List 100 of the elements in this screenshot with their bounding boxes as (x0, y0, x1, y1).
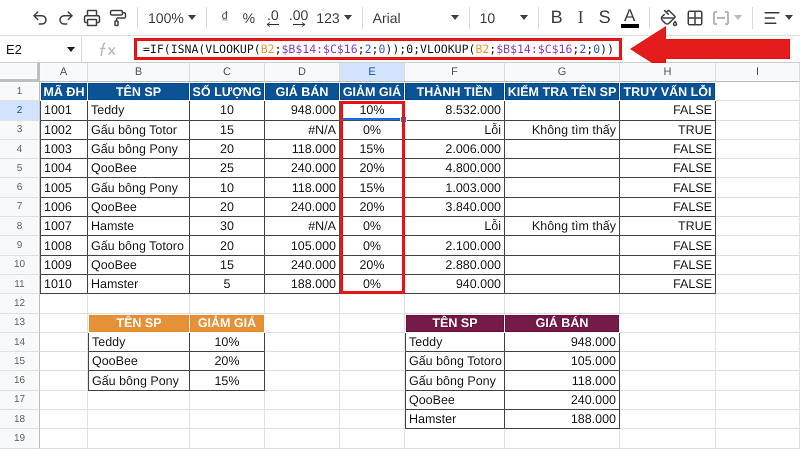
grid-cell[interactable] (716, 274, 800, 294)
formula-field[interactable]: =IF(ISNA(VLOOKUP(B2;$B$14:$C$16;2;0));0;VLOOKUP(B2;$B$14:$C$16;2;0)) (134, 38, 622, 60)
row-header[interactable]: 13 (0, 314, 40, 333)
text-color-button[interactable]: A (618, 4, 642, 32)
grid-cell[interactable] (716, 140, 800, 160)
grid-cell[interactable] (620, 371, 716, 391)
row-header[interactable]: 10 (0, 256, 40, 275)
grid-cell[interactable] (40, 352, 88, 372)
grid-cell[interactable] (716, 159, 800, 178)
grid-cell[interactable] (340, 371, 405, 391)
grid-cell[interactable] (716, 429, 800, 449)
grid-cell[interactable] (265, 314, 340, 333)
column-header[interactable]: F (405, 63, 505, 82)
column-header[interactable]: A (40, 63, 88, 82)
grid-cell[interactable] (620, 390, 716, 410)
grid-cell[interactable] (620, 410, 716, 430)
grid-cell[interactable] (40, 390, 88, 410)
grid-cell[interactable] (716, 120, 800, 140)
grid-cell[interactable] (265, 371, 340, 391)
column-header[interactable]: I (716, 63, 800, 82)
column-header[interactable]: D (265, 63, 340, 82)
row-header[interactable]: 6 (0, 178, 40, 198)
grid-cell[interactable] (716, 332, 800, 352)
grid-cell[interactable] (716, 352, 800, 372)
row-header[interactable]: 16 (0, 371, 40, 391)
format-dropdown[interactable]: 123 (313, 4, 355, 32)
grid-cell[interactable] (716, 198, 800, 218)
grid-cell[interactable] (716, 390, 800, 410)
grid-cell[interactable] (505, 429, 620, 449)
grid-cell[interactable] (88, 410, 190, 430)
strikethrough-button[interactable]: S (594, 4, 616, 32)
grid-cell[interactable] (716, 236, 800, 256)
row-header[interactable]: 1 (0, 82, 40, 102)
grid-cell[interactable] (716, 314, 800, 333)
grid-cell[interactable] (340, 352, 405, 372)
grid-cell[interactable] (40, 371, 88, 391)
increase-decimal-button[interactable]: .00 (286, 4, 312, 32)
grid-cell[interactable] (620, 314, 716, 333)
grid-cell[interactable] (716, 371, 800, 391)
format-dropdown[interactable]: 100% (145, 4, 199, 32)
row-header[interactable]: 5 (0, 159, 40, 178)
grid-cell[interactable] (190, 390, 265, 410)
row-header[interactable]: 18 (0, 410, 40, 430)
grid-cell[interactable] (340, 429, 405, 449)
grid-cell[interactable] (40, 410, 88, 430)
bold-button[interactable]: B (546, 4, 568, 32)
column-header[interactable]: C (190, 63, 265, 82)
column-header[interactable]: G (505, 63, 620, 82)
grid-cell[interactable] (40, 332, 88, 352)
grid-cell[interactable] (716, 410, 800, 430)
grid-cell[interactable] (620, 332, 716, 352)
grid-cell[interactable] (40, 429, 88, 449)
row-header[interactable]: 12 (0, 294, 40, 314)
row-header[interactable]: 15 (0, 352, 40, 372)
row-header[interactable]: 2 (0, 101, 40, 121)
currency-button[interactable]: ₫ (214, 4, 236, 32)
grid-cell[interactable] (340, 410, 405, 430)
font-size-dropdown[interactable]: 10 (476, 4, 531, 32)
grid-cell[interactable] (265, 332, 340, 352)
grid-cell[interactable] (716, 82, 800, 102)
grid-cell[interactable] (716, 256, 800, 275)
grid-cell[interactable] (716, 294, 800, 314)
grid-cell[interactable] (88, 429, 190, 449)
italic-button[interactable]: I (570, 4, 592, 32)
row-header[interactable]: 9 (0, 236, 40, 256)
grid-cell[interactable] (716, 178, 800, 198)
grid-cell[interactable] (190, 429, 265, 449)
grid-cell[interactable] (716, 217, 800, 236)
decrease-decimal-button[interactable]: .0 (262, 4, 284, 32)
grid-cell[interactable] (88, 390, 190, 410)
grid-cell[interactable] (620, 429, 716, 449)
column-header[interactable]: B (88, 63, 190, 82)
grid-cell[interactable] (190, 410, 265, 430)
column-header[interactable]: E (340, 63, 405, 82)
percent-button[interactable]: % (238, 4, 260, 32)
grid-cell[interactable] (265, 352, 340, 372)
grid-cell[interactable] (716, 101, 800, 121)
grid-cell[interactable] (620, 294, 716, 314)
row-header[interactable]: 7 (0, 198, 40, 218)
grid-cell[interactable] (265, 294, 340, 314)
grid-cell[interactable] (405, 429, 505, 449)
grid-cell[interactable] (340, 390, 405, 410)
grid-cell[interactable] (265, 429, 340, 449)
row-header[interactable]: 17 (0, 390, 40, 410)
row-header[interactable]: 3 (0, 120, 40, 140)
grid-cell[interactable] (265, 410, 340, 430)
grid-cell[interactable] (340, 294, 405, 314)
row-header[interactable]: 8 (0, 217, 40, 236)
grid-cell[interactable] (340, 332, 405, 352)
row-header[interactable]: 14 (0, 332, 40, 352)
row-header[interactable]: 19 (0, 429, 40, 449)
row-header[interactable]: 4 (0, 140, 40, 160)
font-dropdown[interactable]: Arial (370, 4, 462, 32)
grid-cell[interactable] (265, 390, 340, 410)
grid-cell[interactable] (40, 294, 88, 314)
name-box[interactable]: E2 (0, 36, 82, 62)
select-all-corner[interactable] (0, 63, 40, 82)
grid-cell[interactable] (620, 352, 716, 372)
row-header[interactable]: 11 (0, 274, 40, 294)
column-header[interactable]: H (620, 63, 716, 82)
